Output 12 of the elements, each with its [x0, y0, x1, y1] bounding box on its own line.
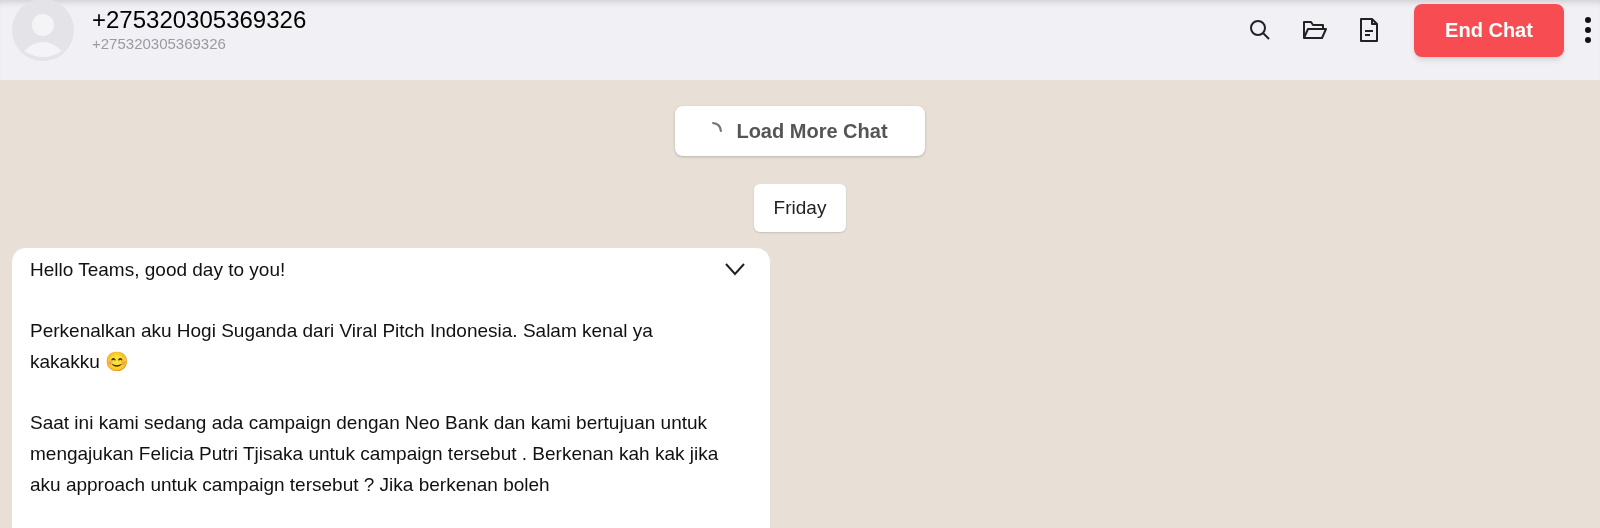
message-paragraph: Perkenalkan aku Hogi Suganda dari Viral Pitch Indonesia. Salam kenal ya kakakku 😊	[30, 319, 654, 374]
spinner-icon	[712, 122, 723, 132]
document-icon[interactable]	[1358, 17, 1380, 43]
contact-name: +275320305369326	[92, 5, 307, 35]
more-icon[interactable]	[1584, 15, 1592, 45]
message-paragraph: Hello Teams, good day to you!	[30, 258, 287, 282]
message-paragraph: Saat ini kami sedang ada campaign dengan Neo Bank dan kami bertujuan untuk mengajukan Felicia Putri Tjisaka untuk campaign tersebut . Berkenan kah kak jika aku approach untuk campaign tersebut ? Jika berkenan boleh	[30, 411, 720, 497]
search-icon[interactable]	[1248, 18, 1272, 42]
load-more-button[interactable]: Load More Chat	[675, 106, 925, 156]
contact-number: +275320305369326	[92, 35, 227, 53]
folder-icon[interactable]	[1302, 19, 1328, 41]
chevron-down-icon[interactable]	[724, 262, 746, 276]
